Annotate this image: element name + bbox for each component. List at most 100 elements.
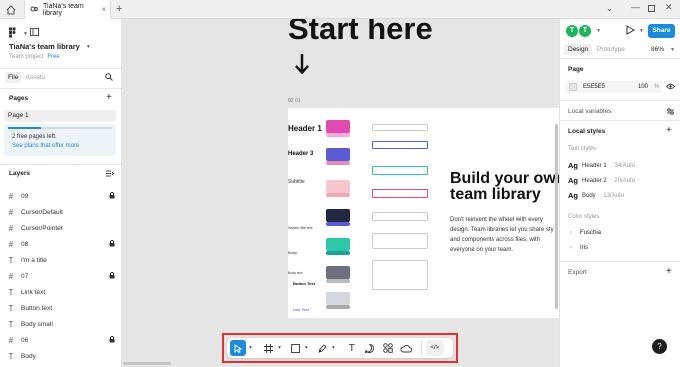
chevron-down-icon[interactable]: ▼ (304, 345, 309, 351)
pen-tool[interactable] (317, 340, 329, 356)
chevron-down-icon[interactable]: ▼ (596, 28, 601, 34)
vertical-scrollbar[interactable] (555, 124, 558, 309)
comment-icon (365, 343, 375, 353)
text-style-icon: Ag (568, 176, 578, 185)
comment-tool[interactable] (364, 340, 376, 356)
layer-row[interactable]: #09 (7, 192, 115, 201)
chevron-right-icon[interactable]: › (570, 230, 572, 236)
shape-tool[interactable] (290, 340, 302, 356)
see-plans-link[interactable]: See plans that offer more (12, 143, 79, 149)
build-body-line: Don't reinvent the wheel with every (450, 217, 543, 223)
file-tab[interactable]: TiaNa's team library × (24, 0, 111, 19)
tab-assets[interactable]: Assets (25, 74, 45, 81)
layer-row[interactable]: # Cursor/Default (7, 208, 115, 217)
frame-layer-icon: # (8, 192, 14, 201)
chevron-down-icon[interactable]: ▼ (277, 345, 282, 351)
lock-icon[interactable] (109, 240, 115, 249)
sidebar-toggle-icon[interactable] (30, 28, 39, 38)
text-style-item[interactable]: Ag Header 1 · 34/Auto (568, 161, 635, 170)
color-swatch[interactable] (569, 83, 577, 91)
tab-file[interactable]: File (5, 72, 22, 83)
add-page-icon[interactable]: + (106, 92, 112, 103)
local-variables[interactable]: Local variables (568, 108, 611, 115)
present-icon[interactable] (626, 25, 636, 37)
help-button[interactable]: ? (652, 339, 667, 354)
sample-textarea (372, 233, 428, 249)
frame-tool[interactable] (263, 340, 275, 356)
text-style-item[interactable]: Ag Header 2 · 20/Auto (568, 176, 635, 185)
layer-row[interactable]: T Body small (7, 320, 115, 329)
build-body-line: design. Team libraries let you share sty (450, 227, 554, 233)
export-heading[interactable]: Export (568, 269, 587, 276)
layer-row[interactable]: T I'm a title (7, 256, 115, 265)
team-library-frame[interactable]: Header 1 Header 3 Subtitle Header title … (288, 108, 559, 318)
text-layer-icon: T (8, 320, 14, 329)
team-name[interactable]: TiaNa's team library ▼ (9, 42, 91, 51)
layer-label: Cursor/Default (21, 209, 63, 216)
chevron-down-icon[interactable]: ▼ (248, 345, 253, 351)
layer-row[interactable]: T Button text (7, 304, 115, 313)
minimize-icon[interactable]: — (631, 2, 640, 12)
maximize-icon[interactable] (648, 5, 655, 12)
chevron-down-icon[interactable]: ⌄ (606, 4, 613, 13)
main-menu-button[interactable]: ▼ (8, 27, 28, 40)
close-window-icon[interactable]: ✕ (665, 2, 673, 13)
plan-badge[interactable]: Free (47, 54, 59, 60)
collapse-layers-icon[interactable] (106, 170, 115, 179)
home-icon[interactable] (3, 2, 18, 17)
free-pages-text: 2 free pages left. (12, 134, 57, 140)
avatar[interactable]: T (566, 25, 578, 37)
layer-row[interactable]: T Body (7, 352, 115, 361)
text-tool[interactable]: T (346, 340, 358, 356)
tab-design[interactable]: Design (564, 44, 593, 55)
color-style-iris[interactable]: › Iris (570, 245, 588, 251)
swatch-card (326, 120, 350, 133)
layer-row[interactable]: #06 (7, 336, 115, 345)
layer-row[interactable]: T Link text (7, 288, 115, 297)
frame-label[interactable]: 02 01 (288, 98, 301, 104)
search-icon[interactable] (105, 73, 113, 83)
dev-mode-toggle[interactable]: </> (425, 340, 444, 356)
add-export-icon[interactable]: + (666, 266, 672, 277)
lock-icon[interactable] (109, 336, 115, 345)
chevron-down-icon[interactable]: ▼ (639, 28, 644, 34)
swatch-card (326, 148, 350, 161)
frame-icon (264, 343, 274, 353)
lock-icon[interactable] (109, 272, 115, 281)
chevron-down-icon[interactable]: ▼ (331, 345, 336, 351)
layer-row[interactable]: #08 (7, 240, 115, 249)
sample-input (372, 166, 428, 175)
layer-row[interactable]: # Cursor/Pointer (7, 224, 115, 233)
page-color-field[interactable]: E5E5E5 100 % (565, 81, 662, 93)
page-color-value[interactable]: E5E5E5 (583, 84, 605, 90)
sample-input (372, 212, 428, 221)
lock-icon[interactable] (109, 192, 115, 201)
chevron-down-icon[interactable]: ▼ (670, 47, 675, 53)
file-tab-label: TiaNa's team library (43, 2, 84, 17)
canvas[interactable]: Start here 02 01 Header 1 Header 3 Subti… (122, 19, 559, 367)
page-item-1[interactable]: Page 1 (4, 110, 116, 122)
color-style-label: Fuschia (580, 230, 602, 236)
close-tab-icon[interactable]: × (101, 5, 106, 14)
plugins-tool[interactable] (400, 340, 413, 356)
horizontal-scrollbar[interactable] (123, 362, 171, 365)
text-style-item[interactable]: Ag Body · 13/Auto (568, 191, 624, 200)
chevron-right-icon[interactable]: › (570, 245, 572, 251)
avatar[interactable]: T (579, 25, 591, 37)
add-style-icon[interactable]: + (666, 125, 672, 136)
swatch-card (326, 238, 350, 251)
build-body: Don't reinvent the wheel with every desi… (450, 215, 554, 255)
variables-icon[interactable] (666, 107, 675, 118)
new-tab-icon[interactable]: + (116, 2, 128, 17)
move-tool[interactable] (230, 340, 246, 356)
layer-row[interactable]: #07 (7, 272, 115, 281)
zoom-level[interactable]: 86% (651, 46, 664, 53)
color-style-fuschia[interactable]: › Fuschia (570, 230, 601, 236)
free-pages-banner: 2 free pages left. See plans that offer … (4, 124, 116, 156)
page-opacity[interactable]: 100 (638, 84, 648, 90)
tab-prototype[interactable]: Prototype (597, 46, 625, 53)
eye-icon[interactable] (665, 83, 676, 92)
components-tool[interactable] (382, 340, 394, 356)
text-style-name: Header 1 (582, 162, 607, 169)
share-button[interactable]: Share (648, 24, 675, 38)
